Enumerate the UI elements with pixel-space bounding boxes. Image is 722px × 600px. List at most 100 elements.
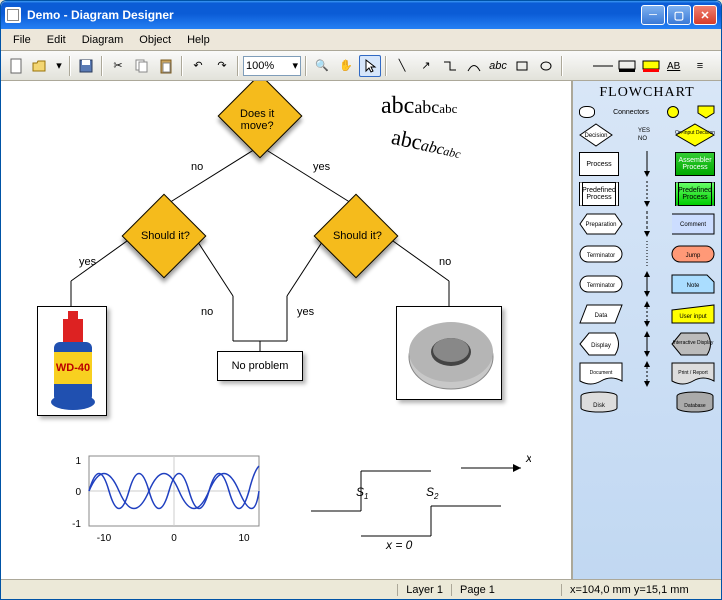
close-button[interactable]: ✕ [693, 5, 717, 25]
label-no2: no [439, 256, 451, 268]
svg-text:x: x [525, 451, 531, 465]
align-button[interactable]: ≡ [689, 55, 711, 77]
pal-userinput[interactable]: User input [671, 304, 715, 324]
open-button[interactable] [29, 55, 51, 77]
svg-text:0: 0 [171, 533, 177, 544]
pal-decision[interactable]: Decision [579, 123, 613, 147]
svg-text:Jump: Jump [686, 253, 701, 259]
step-plot[interactable]: x S1 S2 x = 0 [301, 451, 531, 551]
paste-button[interactable] [155, 55, 177, 77]
svg-text:WD-40: WD-40 [56, 362, 90, 374]
pal-preparation[interactable]: Preparation [579, 213, 623, 235]
pal-print[interactable]: Print / Report [671, 362, 715, 386]
connector-tool[interactable] [439, 55, 461, 77]
pal-process[interactable]: Process [579, 152, 619, 176]
svg-text:Terminator: Terminator [587, 283, 615, 289]
cut-button[interactable]: ✂ [107, 55, 129, 77]
menu-edit[interactable]: Edit [39, 32, 74, 48]
statusbar: Layer 1 Page 1 x=104,0 mm y=15,1 mm [1, 579, 721, 599]
pal-arrow-icon [642, 151, 652, 177]
svg-text:Terminator: Terminator [587, 253, 615, 259]
pal-connectors-label: Connectors [613, 109, 649, 116]
pal-database[interactable]: Database [675, 391, 715, 413]
pal-circle[interactable] [667, 106, 679, 118]
svg-text:Database: Database [684, 403, 706, 409]
pal-data[interactable]: Data [579, 304, 623, 324]
pal-terminator2[interactable]: Terminator [579, 275, 623, 293]
svg-text:S2: S2 [426, 485, 439, 501]
pal-assembler[interactable]: Assembler Process [675, 152, 715, 176]
pal-ellipse[interactable] [579, 106, 595, 118]
label-yes: yes [313, 161, 330, 173]
fill-color-icon[interactable] [641, 59, 661, 73]
pal-disk[interactable]: Disk [579, 391, 619, 413]
text-style-icon[interactable]: AB [665, 58, 685, 74]
pal-note[interactable]: Note [671, 274, 715, 294]
menu-diagram[interactable]: Diagram [74, 32, 132, 48]
svg-text:10: 10 [238, 533, 250, 544]
image-wd40[interactable]: WD-40 [37, 306, 107, 416]
new-button[interactable] [5, 55, 27, 77]
svg-text:0: 0 [75, 487, 81, 498]
label-no: no [191, 161, 203, 173]
save-button[interactable] [75, 55, 97, 77]
pal-yesno: YESNO [638, 127, 650, 143]
image-ducttape[interactable] [396, 306, 502, 400]
node-noproblem[interactable]: No problem [217, 351, 303, 381]
curve-tool[interactable] [463, 55, 485, 77]
pal-comment[interactable]: Comment [671, 213, 715, 235]
pal-predef2[interactable]: Predefined Process [675, 182, 715, 206]
open-dropdown[interactable]: ▾ [53, 55, 65, 77]
menubar: File Edit Diagram Object Help [1, 29, 721, 51]
minimize-button[interactable]: ─ [641, 5, 665, 25]
svg-text:On-Input Decision: On-Input Decision [675, 130, 715, 136]
svg-text:-10: -10 [97, 533, 112, 544]
status-page: Page 1 [451, 584, 561, 596]
line-color-icon[interactable] [617, 59, 637, 73]
label-yes3: yes [297, 306, 314, 318]
pal-offpage[interactable] [697, 105, 715, 119]
text-sample[interactable]: abcabcabc [381, 93, 457, 120]
arrow-tool[interactable]: ↗ [415, 55, 437, 77]
text-tool[interactable]: abc [487, 55, 509, 77]
svg-text:Document: Document [590, 370, 613, 376]
menu-help[interactable]: Help [179, 32, 218, 48]
pal-terminator1[interactable]: Terminator [579, 245, 623, 263]
svg-text:x = 0: x = 0 [385, 538, 413, 551]
app-icon [5, 7, 21, 23]
pal-document[interactable]: Document [579, 362, 623, 386]
pal-interactive[interactable]: Interactive Display [671, 332, 715, 356]
pointer-button[interactable] [359, 55, 381, 77]
pan-button[interactable]: ✋ [335, 55, 357, 77]
line-tool[interactable]: ╲ [391, 55, 413, 77]
pal-predef1[interactable]: Predefined Process [579, 182, 619, 206]
svg-text:Preparation: Preparation [585, 222, 616, 228]
undo-button[interactable]: ↶ [187, 55, 209, 77]
status-coords: x=104,0 mm y=15,1 mm [561, 584, 721, 596]
magnify-button[interactable]: 🔍 [311, 55, 333, 77]
svg-text:Print / Report: Print / Report [678, 370, 708, 376]
svg-text:Display: Display [591, 343, 611, 349]
zoom-combo[interactable]: 100%▾ [243, 56, 301, 76]
copy-button[interactable] [131, 55, 153, 77]
rect-tool[interactable] [511, 55, 533, 77]
line-style-icon[interactable] [593, 61, 613, 71]
svg-text:Disk: Disk [593, 403, 606, 409]
pal-display[interactable]: Display [579, 332, 623, 356]
maximize-button[interactable]: ▢ [667, 5, 691, 25]
titlebar: Demo - Diagram Designer ─ ▢ ✕ [1, 1, 721, 29]
label-no3: no [201, 306, 213, 318]
window-title: Demo - Diagram Designer [27, 8, 641, 22]
redo-button[interactable]: ↷ [211, 55, 233, 77]
pal-oninput[interactable]: On-Input Decision [675, 123, 715, 147]
sine-plot[interactable]: 1 0 -1 -10 0 10 [59, 451, 269, 551]
pal-jump[interactable]: Jump [671, 245, 715, 263]
ellipse-tool[interactable] [535, 55, 557, 77]
shape-palette[interactable]: FLOWCHART Connectors Decision YESNO On-I… [571, 81, 721, 579]
menu-object[interactable]: Object [131, 32, 179, 48]
svg-text:Interactive Display: Interactive Display [673, 340, 714, 346]
menu-file[interactable]: File [5, 32, 39, 48]
label-yes2: yes [79, 256, 96, 268]
canvas[interactable]: Does it move? Should it? Should it? No p… [1, 81, 571, 579]
svg-text:-1: -1 [72, 519, 81, 530]
